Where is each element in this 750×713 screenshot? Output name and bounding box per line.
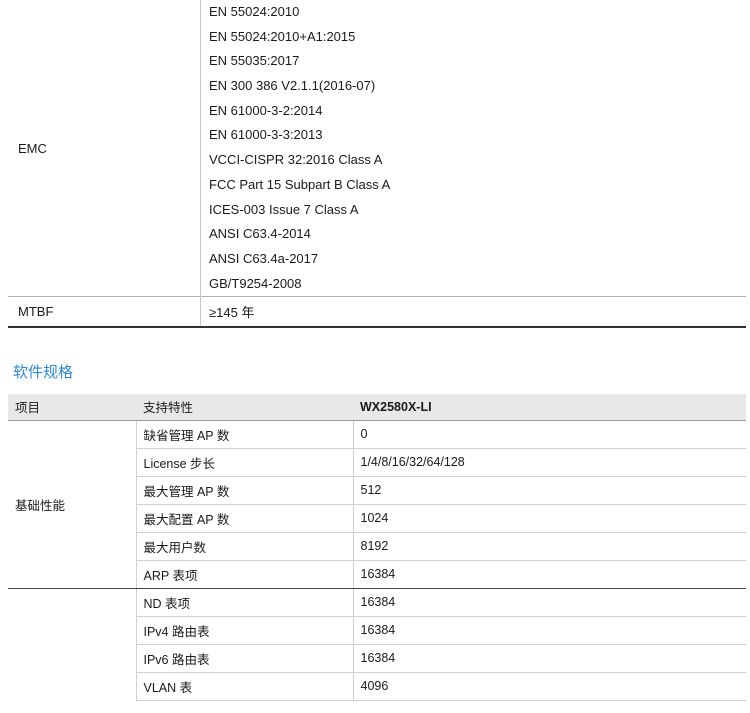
emc-standard: FCC Part 15 Subpart B Class A — [209, 176, 391, 192]
feature-cell: VLAN 表 — [135, 672, 353, 701]
category-cell — [8, 588, 136, 700]
feature-cell: ARP 表项 — [135, 560, 353, 589]
value-cell: 16384 — [352, 644, 746, 673]
hardware-spec-table: EMC EN 55024:2010 EN 55024:2010+A1:2015 … — [8, 0, 746, 329]
mtbf-value: ≥145 年 — [200, 296, 746, 329]
emc-standard: EN 61000-3-3:2013 — [209, 127, 323, 143]
feature-cell: ND 表项 — [135, 588, 353, 617]
value-cell: 1/4/8/16/32/64/128 — [352, 448, 746, 477]
feature-cell: 最大管理 AP 数 — [135, 476, 353, 505]
mtbf-label: MTBF — [8, 296, 201, 329]
value-cell: 16384 — [352, 560, 746, 589]
value-cell: 512 — [352, 476, 746, 505]
emc-standard: ANSI C63.4a-2017 — [209, 250, 319, 266]
header-model: WX2580X-LI — [353, 394, 746, 421]
feature-cell: License 步长 — [135, 448, 353, 477]
table-row: 基础性能 缺省管理 AP 数 0 — [8, 420, 746, 589]
value-cell: 1024 — [352, 504, 746, 533]
emc-standard: EN 300 386 V2.1.1(2016-07) — [209, 78, 376, 94]
table-header-row: 项目 支持特性 WX2580X-LI — [8, 394, 746, 421]
header-item: 项目 — [8, 394, 136, 421]
emc-standard: ICES-003 Issue 7 Class A — [209, 201, 359, 217]
category-cell: 基础性能 — [8, 420, 136, 589]
mtbf-row: MTBF ≥145 年 — [8, 296, 746, 329]
emc-standard: EN 55035:2017 — [209, 53, 300, 69]
value-cell: 4096 — [352, 672, 746, 701]
emc-label: EMC — [18, 140, 47, 156]
emc-standard: ANSI C63.4-2014 — [209, 226, 311, 242]
feature-cell: 最大配置 AP 数 — [135, 504, 353, 533]
value-cell: 8192 — [352, 532, 746, 561]
software-spec-table: 项目 支持特性 WX2580X-LI 基础性能 缺省管理 AP 数 0 Lice… — [8, 394, 746, 701]
emc-standard: VCCI-CISPR 32:2016 Class A — [209, 152, 383, 168]
emc-standards-list: EN 55024:2010 EN 55024:2010+A1:2015 EN 5… — [200, 0, 746, 297]
emc-standard: GB/T9254-2008 — [209, 275, 302, 291]
section-title-software-spec: 软件规格 — [13, 364, 74, 381]
value-cell: 16384 — [352, 616, 746, 645]
feature-cell: IPv4 路由表 — [135, 616, 353, 645]
emc-standard: EN 55024:2010+A1:2015 — [209, 28, 356, 44]
value-cell: 16384 — [352, 588, 746, 617]
feature-cell: 缺省管理 AP 数 — [135, 420, 353, 449]
feature-cell: IPv6 路由表 — [135, 644, 353, 673]
emc-row: EMC EN 55024:2010 EN 55024:2010+A1:2015 … — [8, 0, 746, 297]
emc-standard: EN 55024:2010 — [209, 4, 300, 19]
value-cell: 0 — [352, 420, 746, 449]
table-row: ND 表项 16384 — [8, 588, 746, 617]
header-feature: 支持特性 — [136, 394, 353, 421]
feature-cell: 最大用户数 — [135, 532, 353, 561]
emc-standard: EN 61000-3-2:2014 — [209, 102, 323, 118]
